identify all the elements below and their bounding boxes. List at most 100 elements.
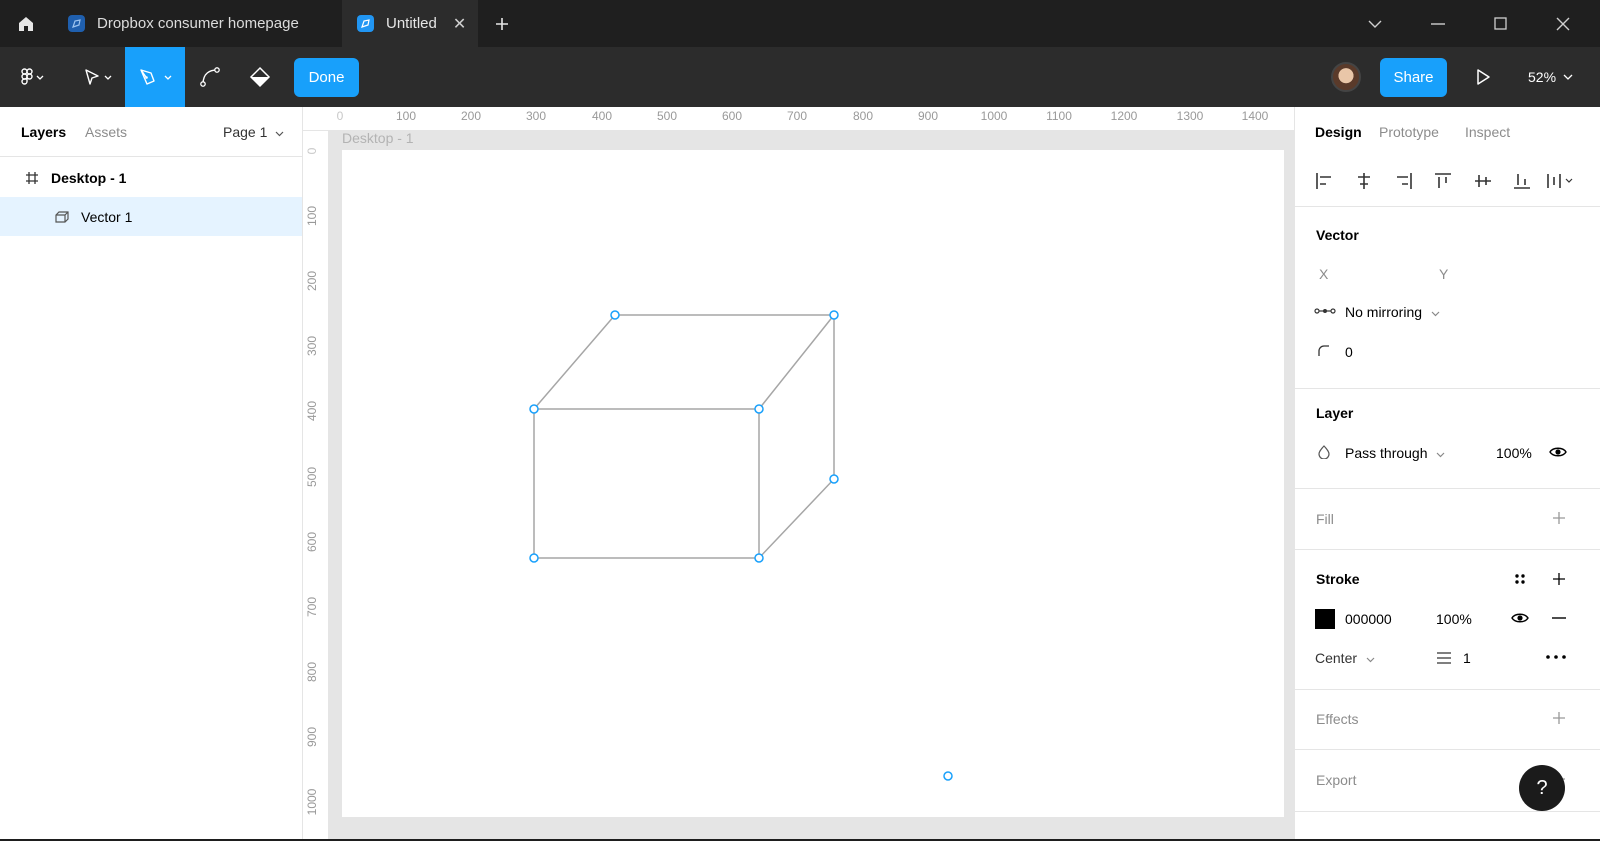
done-button[interactable]: Done (294, 58, 359, 97)
x-field-label[interactable]: X (1319, 266, 1328, 282)
figma-file-icon (357, 15, 374, 32)
blend-mode-value: Pass through (1345, 445, 1428, 461)
eye-icon (1549, 447, 1567, 457)
vector-anchor-point[interactable] (754, 404, 764, 414)
home-icon (19, 16, 33, 31)
toolbar: Done Share 52% (0, 47, 1600, 107)
vector-anchor-point[interactable] (943, 771, 953, 781)
more-horizontal-icon (1546, 655, 1566, 659)
layer-opacity-input[interactable]: 100% (1496, 445, 1532, 461)
align-vertical-center-icon (1475, 175, 1491, 187)
blend-mode-dropdown[interactable]: Pass through (1345, 445, 1445, 461)
zoom-level: 52% (1528, 69, 1557, 85)
stroke-visibility-toggle[interactable] (1511, 611, 1529, 625)
advanced-stroke-button[interactable] (1545, 652, 1567, 662)
chevron-down-icon (1436, 452, 1445, 458)
title-bar: Dropbox consumer homepage Untitled ✕ (0, 0, 1600, 47)
vector-anchor-point[interactable] (829, 474, 839, 484)
add-stroke-button[interactable] (1551, 571, 1567, 587)
properties-panel: Design Prototype Inspect Vector X Y No m… (1294, 107, 1600, 839)
chevron-down-icon (1368, 20, 1382, 28)
share-button[interactable]: Share (1380, 58, 1447, 97)
layer-row-desktop-1[interactable]: Desktop - 1 (0, 158, 302, 197)
close-icon (1556, 17, 1570, 30)
page-selector-label: Page 1 (223, 124, 268, 140)
zoom-menu[interactable]: 52% (1528, 47, 1573, 107)
vector-drawing[interactable] (303, 107, 1294, 839)
home-button[interactable] (0, 0, 52, 47)
layer-section-title: Layer (1316, 405, 1354, 421)
play-icon (1477, 69, 1490, 85)
minimize-icon (1431, 22, 1445, 25)
tab-untitled[interactable]: Untitled ✕ (342, 0, 478, 47)
left-panel-tabs: Layers Assets Page 1 (0, 107, 302, 157)
align-top-button[interactable] (1430, 168, 1456, 194)
align-top-icon (1435, 173, 1451, 188)
move-tool-button[interactable] (72, 47, 122, 107)
chevron-down-icon (275, 131, 284, 137)
align-vertical-center-button[interactable] (1470, 168, 1496, 194)
help-button[interactable]: ? (1519, 765, 1565, 811)
alignment-toolbar (1295, 155, 1600, 207)
layer-row-vector-1[interactable]: Vector 1 (0, 197, 302, 236)
user-avatar[interactable] (1331, 62, 1361, 92)
align-left-button[interactable] (1311, 168, 1337, 194)
vector-anchor-point[interactable] (610, 310, 620, 320)
style-library-button[interactable] (1512, 571, 1528, 587)
canvas[interactable]: 0 100 200 300 400 500 600 700 800 900 10… (303, 107, 1294, 839)
bend-tool-button[interactable] (192, 47, 228, 107)
paint-bucket-tool-button[interactable] (242, 47, 278, 107)
new-tab-button[interactable] (488, 10, 516, 38)
pen-tool-button[interactable] (125, 47, 185, 107)
tab-dropbox-consumer-homepage[interactable]: Dropbox consumer homepage (52, 0, 342, 47)
align-bottom-button[interactable] (1509, 168, 1535, 194)
eye-icon (1511, 613, 1529, 623)
vector-anchor-point[interactable] (529, 404, 539, 414)
layer-section: Layer Pass through 100% (1295, 389, 1600, 489)
tab-layers[interactable]: Layers (21, 124, 66, 140)
remove-stroke-button[interactable] (1551, 611, 1567, 625)
tab-design[interactable]: Design (1315, 124, 1362, 140)
present-button[interactable] (1470, 64, 1496, 90)
chevron-down-icon (1431, 311, 1440, 317)
y-field-label[interactable]: Y (1439, 266, 1448, 282)
vector-section: Vector X Y No mirroring 0 (1295, 207, 1600, 389)
corner-radius-input[interactable]: 0 (1345, 344, 1353, 360)
vector-anchor-point[interactable] (754, 553, 764, 563)
visibility-toggle[interactable] (1549, 445, 1567, 459)
page-selector[interactable]: Page 1 (223, 124, 284, 140)
corner-radius-icon (1317, 344, 1331, 358)
minimize-button[interactable] (1407, 0, 1469, 47)
align-horizontal-center-button[interactable] (1351, 168, 1377, 194)
mirroring-dropdown[interactable]: No mirroring (1345, 304, 1440, 320)
vector-anchor-point[interactable] (529, 553, 539, 563)
plus-icon (1553, 573, 1565, 585)
close-tab-icon[interactable]: ✕ (453, 14, 466, 34)
add-effect-button[interactable] (1551, 710, 1567, 726)
stroke-color-hex[interactable]: 000000 (1345, 611, 1392, 627)
tab-prototype[interactable]: Prototype (1379, 124, 1439, 140)
layers-panel: Layers Assets Page 1 Desktop - 1 Vector … (0, 107, 303, 839)
stroke-position-dropdown[interactable]: Center (1315, 650, 1375, 666)
export-section-title: Export (1316, 772, 1357, 788)
layer-label: Vector 1 (81, 208, 133, 225)
add-fill-button[interactable] (1551, 510, 1567, 526)
close-window-button[interactable] (1532, 0, 1594, 47)
align-right-button[interactable] (1391, 168, 1417, 194)
tab-label: Dropbox consumer homepage (97, 15, 299, 32)
stroke-color-swatch[interactable] (1315, 609, 1335, 629)
align-bottom-icon (1514, 174, 1530, 189)
stroke-weight-icon (1435, 649, 1453, 667)
mirroring-value: No mirroring (1345, 304, 1423, 320)
maximize-button[interactable] (1469, 0, 1531, 47)
tabs-menu-button[interactable] (1344, 0, 1406, 47)
tab-inspect[interactable]: Inspect (1465, 124, 1510, 140)
distribute-button[interactable] (1545, 168, 1579, 194)
layer-label: Desktop - 1 (51, 169, 127, 186)
main-menu-button[interactable] (6, 47, 56, 107)
stroke-opacity-input[interactable]: 100% (1436, 611, 1472, 627)
stroke-weight-input[interactable]: 1 (1463, 650, 1471, 666)
vector-anchor-point[interactable] (829, 310, 839, 320)
plus-icon (1553, 512, 1565, 524)
tab-assets[interactable]: Assets (85, 124, 127, 140)
